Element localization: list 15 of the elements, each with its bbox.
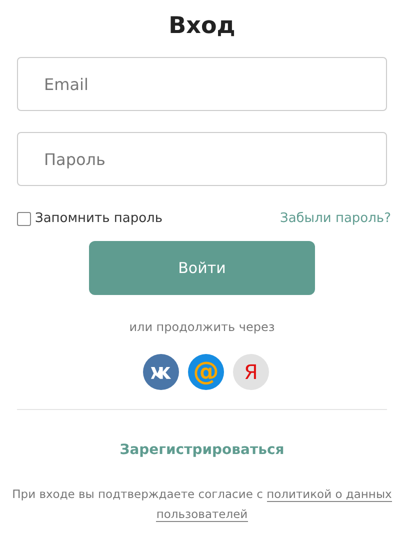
remember-checkbox[interactable]: Запомнить пароль <box>17 211 163 226</box>
policy-link[interactable]: политикой о данных <box>266 487 392 502</box>
input-field[interactable]: Пароль <box>17 132 387 186</box>
policy-link[interactable]: пользователей <box>156 507 248 522</box>
page-title: Вход <box>168 12 236 41</box>
chevron-logo-icon <box>150 366 172 378</box>
consent-text: При входе вы подтверждаете согласие с политикой о данных пользователей <box>11 486 393 524</box>
chevron-logo-button[interactable] <box>143 354 179 390</box>
checkbox-icon[interactable] <box>17 212 31 226</box>
letter-logo-button[interactable]: Я <box>233 354 269 390</box>
forgot-password-link[interactable]: Забыли пароль? <box>280 211 391 226</box>
register-link[interactable]: Зарегистрироваться <box>17 442 387 458</box>
alt-login-label: или продолжить через <box>128 320 276 334</box>
input-field[interactable]: Email <box>17 57 387 111</box>
login-button[interactable]: Войти <box>89 241 315 295</box>
